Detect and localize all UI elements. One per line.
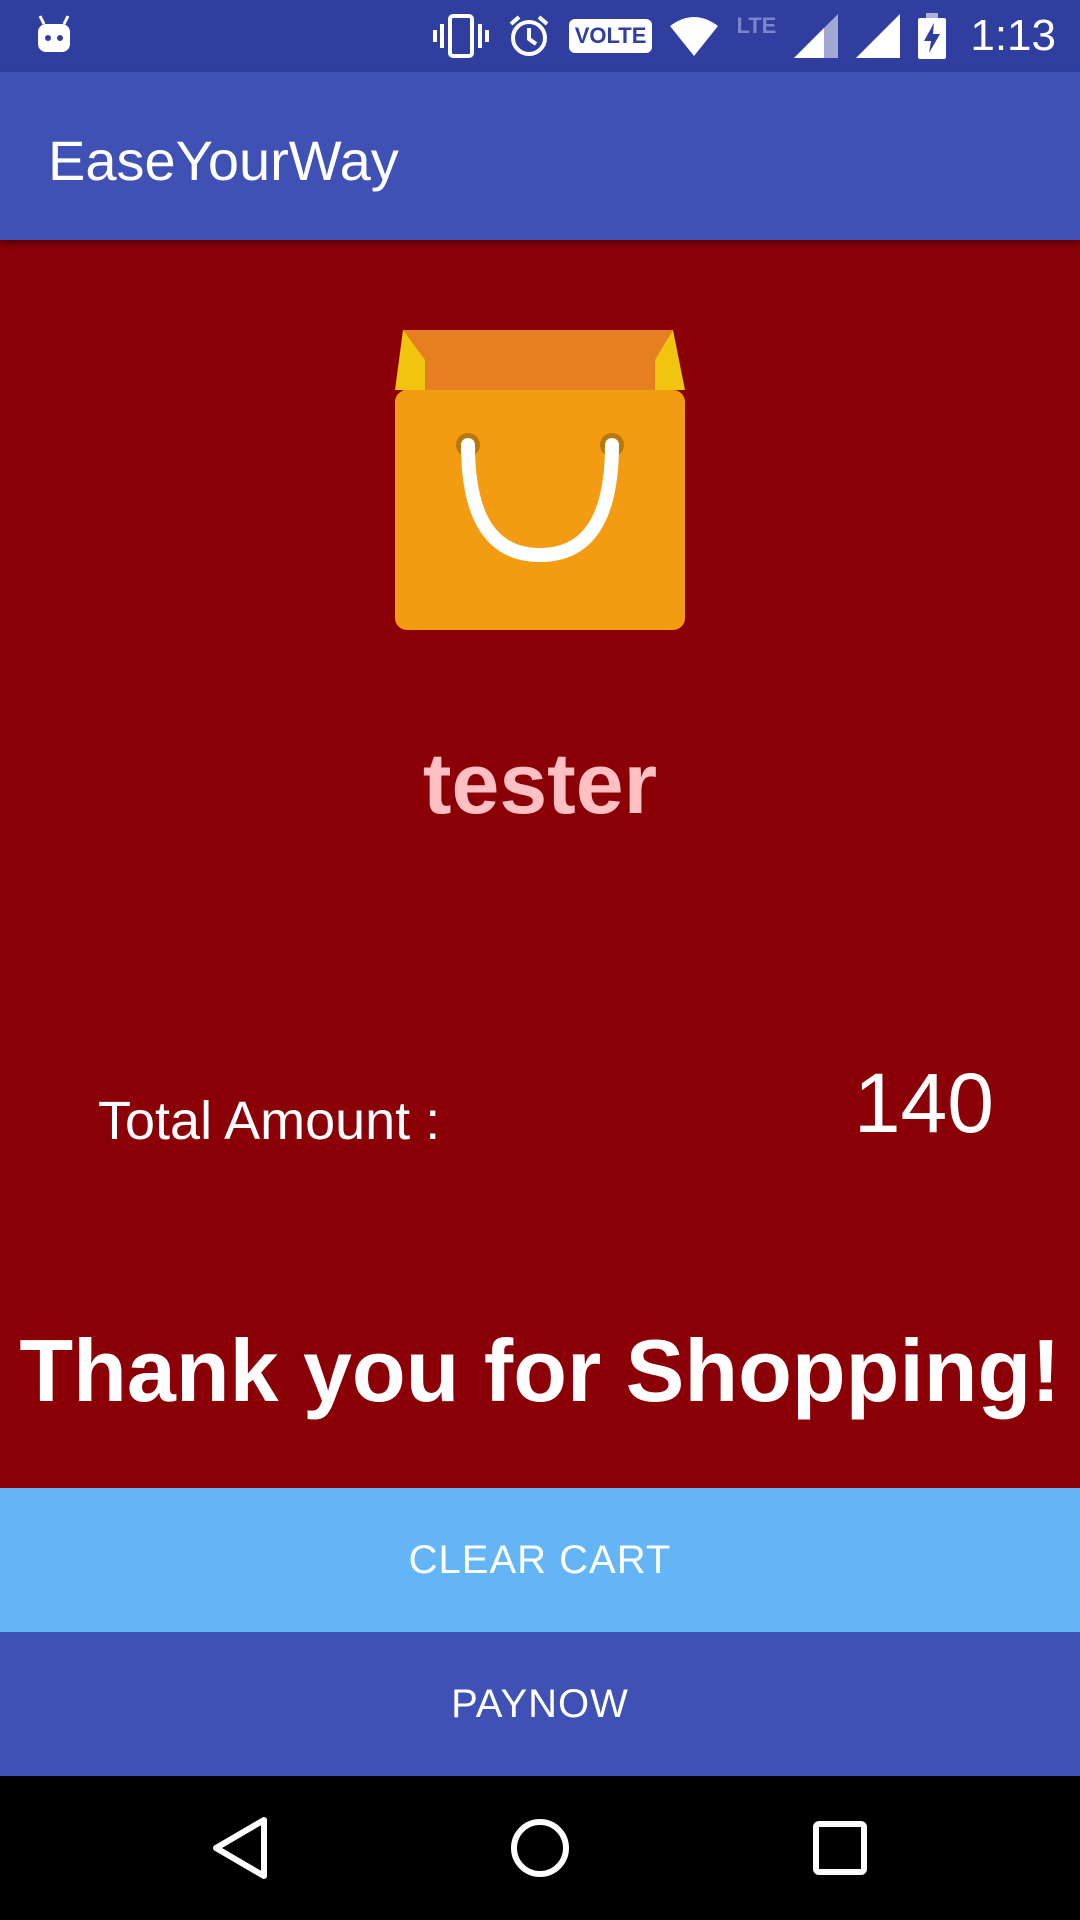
cart-summary: tester Total Amount : 140 Thank you for … xyxy=(0,240,1080,1488)
navigation-bar xyxy=(0,1776,1080,1920)
pay-now-button[interactable]: PAYNOW xyxy=(0,1632,1080,1776)
wifi-icon xyxy=(670,17,719,56)
username: tester xyxy=(422,736,658,832)
back-icon[interactable] xyxy=(204,1812,276,1884)
battery-charging-icon xyxy=(918,13,947,59)
home-icon[interactable] xyxy=(504,1812,576,1884)
status-icons: VOLTE LTE 1:13 xyxy=(432,0,1056,72)
status-bar: VOLTE LTE 1:13 xyxy=(0,0,1080,72)
total-amount-value: 140 xyxy=(853,1056,994,1150)
signal-icon xyxy=(794,14,839,58)
vibrate-icon xyxy=(432,14,489,58)
alarm-icon xyxy=(509,15,549,56)
total-amount-label: Total Amount : xyxy=(98,1091,441,1151)
thank-you-message: Thank you for Shopping! xyxy=(19,1321,1061,1420)
signal-icon xyxy=(856,14,901,58)
lte-icon: LTE xyxy=(736,13,777,38)
android-notification-icon xyxy=(38,15,70,52)
volte-icon: VOLTE xyxy=(568,19,653,53)
shopping-bag-icon xyxy=(395,330,685,630)
app-title: EaseYourWay xyxy=(48,129,399,192)
clock: 1:13 xyxy=(970,11,1056,60)
app-bar: EaseYourWay xyxy=(0,72,1080,240)
recents-icon[interactable] xyxy=(804,1812,876,1884)
clear-cart-button[interactable]: CLEAR CART xyxy=(0,1488,1080,1632)
